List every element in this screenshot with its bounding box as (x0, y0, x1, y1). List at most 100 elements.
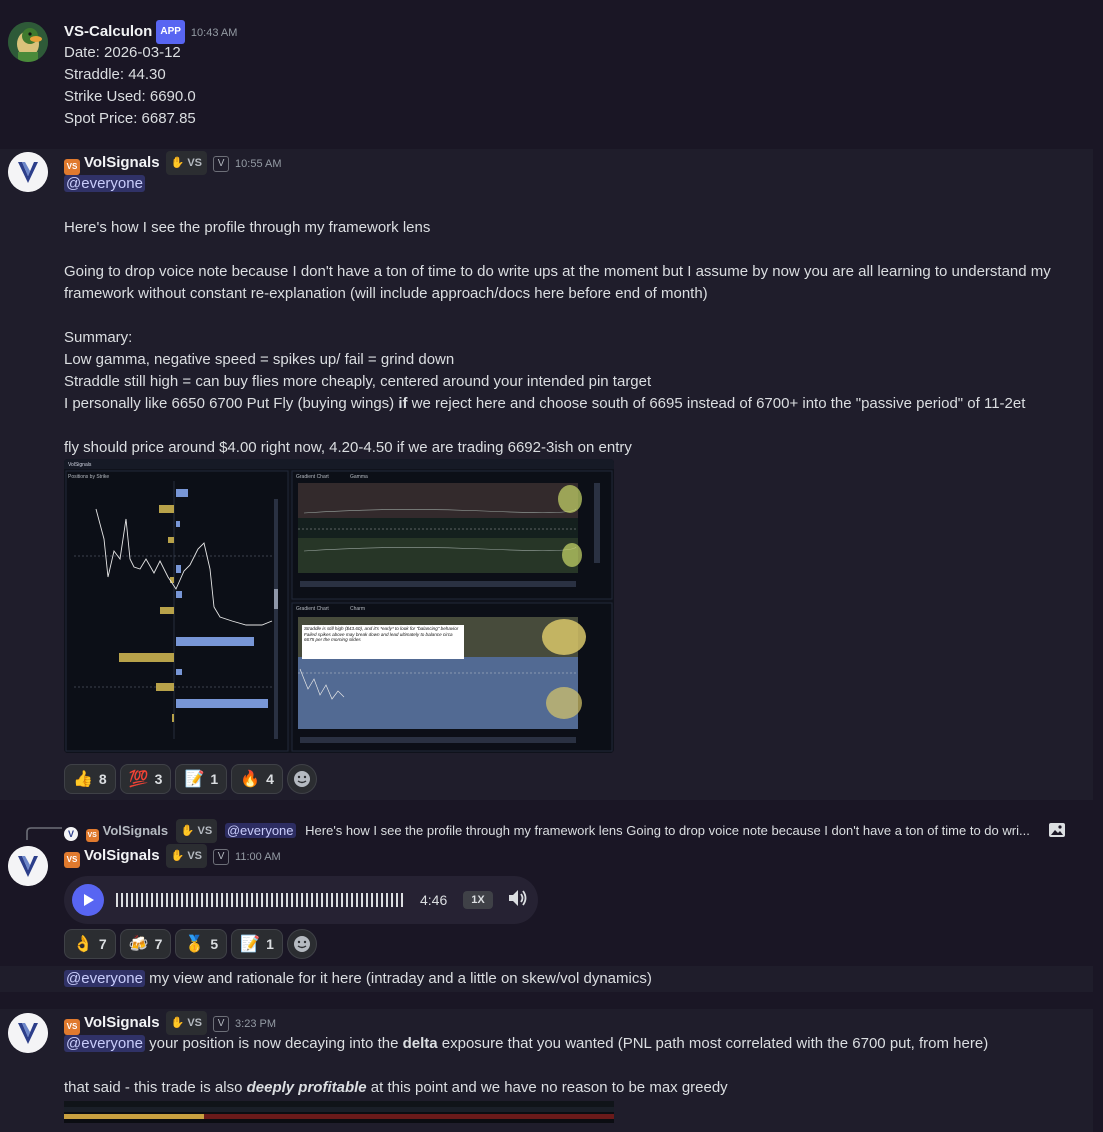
reply-mention[interactable]: @everyone (224, 823, 296, 838)
waveform-bar (236, 893, 238, 907)
guild-tag[interactable]: ✋ VS (165, 844, 208, 868)
message-header: VS-Calculon APP 10:43 AM (64, 20, 237, 44)
calculon-avatar[interactable] (8, 22, 48, 62)
waveform-bar (361, 893, 363, 907)
reaction-medal[interactable]: 🥇 5 (175, 929, 228, 959)
volsignals-avatar[interactable] (8, 1013, 48, 1053)
reply-v-avatar-icon: V (64, 827, 78, 841)
add-reaction-button[interactable] (286, 764, 317, 794)
reaction-memo[interactable]: 📝 1 (231, 929, 283, 959)
reaction-fire[interactable]: 🔥 4 (231, 764, 283, 794)
reply-text: Here's how I see the profile through my … (305, 823, 1030, 838)
waveform-bar (366, 893, 368, 907)
timestamp[interactable]: 3:23 PM (235, 1018, 276, 1030)
waveform-bar (126, 893, 128, 907)
terminal-screenshot-attachment[interactable] (64, 1101, 614, 1123)
waveform-bar (401, 893, 403, 907)
waveform-bar (316, 893, 318, 907)
duck-avatar-icon (8, 22, 48, 62)
waveform-bar (156, 893, 158, 907)
message-header: VS VolSignals ✋ VS V 10:55 AM (64, 151, 282, 175)
waveform-bar (296, 893, 298, 907)
timestamp[interactable]: 10:43 AM (191, 27, 237, 39)
message-line: Low gamma, negative speed = spikes up/ f… (64, 351, 455, 368)
waveform-bar (321, 893, 323, 907)
message-calculon: VS-Calculon APP 10:43 AM Date: 2026-03-12 … (0, 0, 1093, 140)
memo-icon: 📝 (184, 771, 205, 788)
reaction-count: 3 (154, 771, 163, 787)
message-text: my view and rationale for it here (intra… (144, 970, 652, 987)
waveform-bar (326, 893, 328, 907)
waveform-bar (171, 893, 173, 907)
reaction-count: 1 (210, 771, 219, 787)
text-segment: exposure that you wanted (PNL path most … (437, 1035, 989, 1052)
bold-text: delta (402, 1035, 438, 1052)
waveform-bar (196, 893, 198, 907)
waveform-bar (181, 893, 183, 907)
waveform-bar (271, 893, 273, 907)
waveform-bar (131, 893, 133, 907)
waveform-bar (136, 893, 138, 907)
waveform-bar (211, 893, 213, 907)
reactions-row: 👌 7 🍻 7 🥇 5 📝 1 (64, 929, 317, 959)
add-reaction-button[interactable] (286, 929, 317, 959)
waveform-bar (286, 893, 288, 907)
waveform-bar (186, 893, 188, 907)
volsignals-avatar[interactable] (8, 152, 48, 192)
guild-tag[interactable]: ✋ VS (165, 1011, 208, 1035)
playback-speed-button[interactable]: 1X (463, 891, 493, 909)
hundred-icon: 💯 (128, 771, 149, 788)
author-name[interactable]: VS-Calculon (64, 23, 152, 40)
play-icon (84, 894, 94, 906)
reaction-memo[interactable]: 📝 1 (175, 764, 228, 794)
waveform-bar (371, 893, 373, 907)
message-line: @everyone your position is now decaying … (64, 1033, 988, 1055)
everyone-mention[interactable]: @everyone (64, 1035, 145, 1052)
waveform-bar (166, 893, 168, 907)
reaction-hundred[interactable]: 💯 3 (119, 764, 172, 794)
reply-author[interactable]: VolSignals (103, 823, 169, 838)
reaction-ok-hand[interactable]: 👌 7 (64, 929, 116, 959)
timestamp[interactable]: 11:00 AM (235, 851, 281, 863)
waveform-bar (341, 893, 343, 907)
waveform-bar (246, 893, 248, 907)
waveform-bar (281, 893, 283, 907)
text-segment: we reject here and choose south of 6695 … (407, 395, 1026, 412)
waveform-bar (221, 893, 223, 907)
guild-tag[interactable]: ✋ VS (165, 151, 208, 175)
waveform-bar (141, 893, 143, 907)
timestamp[interactable]: 10:55 AM (235, 158, 281, 170)
reaction-thumbs-up[interactable]: 👍 8 (64, 764, 116, 794)
bold-text: if (398, 395, 408, 412)
guild-tag-label: VS (197, 825, 213, 837)
everyone-mention[interactable]: @everyone (64, 175, 145, 192)
message-line: Spot Price: 6687.85 (64, 110, 196, 127)
volsignals-avatar[interactable] (8, 846, 48, 886)
voice-waveform[interactable] (116, 893, 408, 907)
waveform-bar (261, 893, 263, 907)
waveform-bar (301, 893, 303, 907)
voice-message-player: 4:46 1X (64, 876, 538, 924)
waveform-bar (256, 893, 258, 907)
message-line: Straddle still high = can buy flies more… (64, 373, 652, 390)
author-name[interactable]: VolSignals (84, 847, 160, 864)
waveform-bar (241, 893, 243, 907)
reaction-beers[interactable]: 🍻 7 (119, 929, 172, 959)
volume-button[interactable] (507, 888, 529, 912)
author-name[interactable]: VolSignals (84, 154, 160, 171)
waveform-bar (191, 893, 193, 907)
v-logo-icon (8, 1013, 48, 1053)
everyone-mention[interactable]: @everyone (64, 970, 145, 987)
panel3-metric: Charm (350, 606, 365, 612)
reply-preview[interactable]: V VS VolSignals ✋ VS @everyone Here's how… (64, 819, 1030, 843)
waveform-bar (386, 893, 388, 907)
vs-role-icon: VS (85, 829, 99, 842)
v-logo-icon (8, 846, 48, 886)
ok-hand-icon: 👌 (73, 936, 93, 953)
play-button[interactable] (72, 884, 104, 916)
message-line: Here's how I see the profile through my … (64, 219, 431, 236)
author-name[interactable]: VolSignals (84, 1014, 160, 1031)
chart-screenshot-attachment[interactable]: VolSignals Positions by Strike Gradient … (64, 459, 614, 753)
hand-icon: ✋ (170, 850, 185, 862)
guild-tag-label: VS (187, 157, 203, 169)
